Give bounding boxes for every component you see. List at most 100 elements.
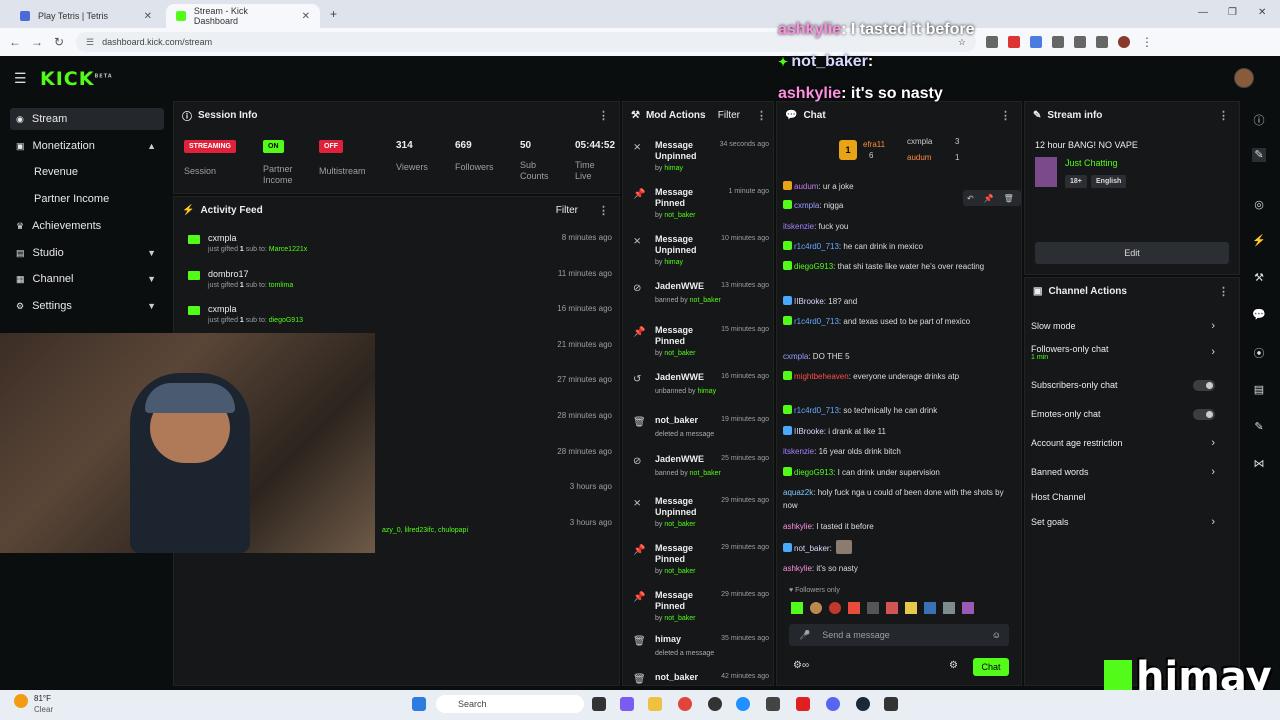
chat-bubble-icon[interactable]: 💬 — [1252, 308, 1266, 322]
wrench-icon[interactable]: ✎ — [1252, 420, 1266, 434]
windows-start-icon[interactable] — [412, 697, 426, 711]
share-icon[interactable]: ⋈ — [1252, 457, 1266, 471]
browser-menu-icon[interactable]: ⋮ — [1136, 35, 1158, 49]
channel-action-slow-mode[interactable]: Slow mode › — [1025, 314, 1215, 338]
channel-action-account-age-restriction[interactable]: Account age restriction › — [1025, 431, 1215, 455]
feed-username[interactable]: dombro17 — [208, 269, 249, 279]
chat-username[interactable]: ashkylie — [783, 564, 812, 573]
media-icon[interactable] — [1096, 36, 1108, 48]
toggle-switch[interactable] — [1193, 408, 1215, 420]
more-options-icon[interactable]: ⋮ — [756, 109, 767, 122]
channel-action-emotes-only-chat[interactable]: Emotes-only chat — [1025, 402, 1215, 426]
sidebar-item-achievements[interactable]: ♛ Achievements — [10, 215, 164, 237]
chat-username[interactable]: r1c4rd0_713 — [794, 242, 839, 251]
chat-username[interactable]: itskenzie — [783, 447, 814, 456]
close-icon[interactable]: ✕ — [144, 11, 152, 22]
feed-username[interactable]: cxmpla — [208, 233, 237, 243]
emote-icon[interactable] — [905, 602, 917, 614]
chat-username[interactable]: IIBrooke — [794, 297, 824, 306]
bolt-icon[interactable]: ⚡ — [1252, 234, 1266, 248]
send-message-input[interactable]: 🎤 Send a message ☺ — [789, 624, 1009, 646]
extensions-puzzle-icon[interactable] — [1052, 36, 1064, 48]
chat-username[interactable]: itskenzie — [783, 222, 814, 231]
emote-icon[interactable] — [924, 602, 936, 614]
camera-icon[interactable]: ◎ — [1252, 198, 1266, 212]
edge-icon[interactable] — [736, 697, 750, 711]
steam-icon[interactable] — [856, 697, 870, 711]
new-tab-icon[interactable]: + — [330, 7, 337, 21]
chat-username[interactable]: ashkylie — [783, 522, 812, 531]
more-options-icon[interactable]: ⋮ — [598, 204, 609, 217]
hamburger-menu-icon[interactable]: ☰ — [14, 70, 27, 87]
more-options-icon[interactable]: ⋮ — [1218, 109, 1229, 122]
chat-username[interactable]: diegoG913 — [794, 262, 833, 271]
microphone-icon[interactable]: 🎤 — [799, 630, 810, 641]
chat-username[interactable]: cxmpla — [794, 201, 819, 210]
gifter-name[interactable]: cxmpla — [907, 137, 932, 146]
chat-username[interactable]: aquaz2k — [783, 488, 813, 497]
emote-icon[interactable] — [886, 602, 898, 614]
emote-icon[interactable] — [867, 602, 879, 614]
user-avatar[interactable] — [1234, 68, 1254, 88]
more-options-icon[interactable]: ⋮ — [1000, 109, 1011, 122]
emote-icon[interactable] — [810, 602, 822, 614]
close-window-icon[interactable]: ✕ — [1258, 7, 1266, 18]
chat-username[interactable]: r1c4rd0_713 — [794, 317, 839, 326]
maximize-icon[interactable]: ❐ — [1228, 7, 1237, 18]
chrome-icon[interactable] — [678, 697, 692, 711]
sidebar-item-channel[interactable]: ▦ Channel ▼ — [10, 268, 164, 290]
minimize-icon[interactable]: — — [1198, 7, 1208, 18]
emoji-icon[interactable]: ☺ — [992, 630, 1001, 640]
filter-button[interactable]: Filter — [556, 205, 578, 216]
sidebar-icon[interactable] — [1074, 36, 1086, 48]
discord-icon[interactable] — [826, 697, 840, 711]
kick-logo[interactable]: KICKBETA — [40, 68, 113, 90]
task-view-icon[interactable] — [592, 697, 606, 711]
emote-icon[interactable] — [943, 602, 955, 614]
chat-username[interactable]: IIBrooke — [794, 427, 824, 436]
pencil-icon[interactable]: ✎ — [1252, 148, 1266, 162]
forward-icon[interactable]: → — [26, 35, 48, 49]
feed-username[interactable]: cxmpla — [208, 304, 237, 314]
chat-tools-icon[interactable]: ⚙∞ — [793, 660, 809, 671]
emote-icon[interactable] — [848, 602, 860, 614]
sidebar-item-settings[interactable]: ⚙ Settings ▼ — [10, 295, 164, 317]
category-link[interactable]: Just Chatting — [1065, 158, 1118, 168]
chat-username[interactable]: not_baker — [794, 544, 830, 553]
toggle-switch[interactable] — [1193, 379, 1215, 391]
store-icon[interactable] — [766, 697, 780, 711]
chat-username[interactable]: r1c4rd0_713 — [794, 406, 839, 415]
broadcast-icon[interactable]: ⦿ — [1252, 345, 1266, 360]
profile-avatar[interactable] — [1118, 36, 1130, 48]
obs-icon[interactable] — [708, 697, 722, 711]
file-explorer-icon[interactable] — [648, 697, 662, 711]
site-info-icon[interactable]: ☰ — [86, 37, 94, 48]
tab-kick-dashboard[interactable]: Stream - Kick Dashboard ✕ — [166, 4, 320, 28]
taskbar-search[interactable]: Search — [436, 695, 584, 713]
chat-username[interactable]: diegoG913 — [794, 468, 833, 477]
edit-stream-info-button[interactable]: Edit — [1035, 242, 1229, 264]
channel-action-banned-words[interactable]: Banned words › — [1025, 460, 1215, 484]
more-options-icon[interactable]: ⋮ — [598, 109, 609, 122]
layout-icon[interactable]: ▤ — [1252, 383, 1266, 397]
close-icon[interactable]: ✕ — [302, 11, 310, 22]
app-icon[interactable] — [884, 697, 898, 711]
sidebar-item-stream[interactable]: ◉ Stream — [10, 108, 164, 130]
chat-username[interactable]: mightbeheaven — [794, 372, 849, 381]
more-options-icon[interactable]: ⋮ — [1218, 285, 1229, 298]
gifter-name[interactable]: audum — [907, 153, 931, 162]
channel-action-subscribers-only-chat[interactable]: Subscribers-only chat — [1025, 373, 1215, 397]
tab-tetris[interactable]: Play Tetris | Tetris ✕ — [10, 4, 162, 28]
filter-button[interactable]: Filter — [718, 110, 740, 121]
sidebar-item-partner-income[interactable]: Partner Income — [34, 193, 109, 205]
hammer-icon[interactable]: ⚒ — [1252, 271, 1266, 285]
chat-username[interactable]: audum — [794, 182, 818, 191]
chat-username[interactable]: cxmpla — [783, 352, 808, 361]
sidebar-item-studio[interactable]: ▤ Studio ▼ — [10, 242, 164, 264]
emote-icon[interactable] — [962, 602, 974, 614]
channel-action-host-channel[interactable]: Host Channel — [1025, 485, 1215, 509]
reload-icon[interactable]: ↻ — [48, 35, 70, 49]
channel-action-followers-only-chat[interactable]: Followers-only chat 1 min › — [1025, 340, 1215, 364]
back-icon[interactable]: ← — [4, 35, 26, 49]
youtube-icon[interactable] — [796, 697, 810, 711]
